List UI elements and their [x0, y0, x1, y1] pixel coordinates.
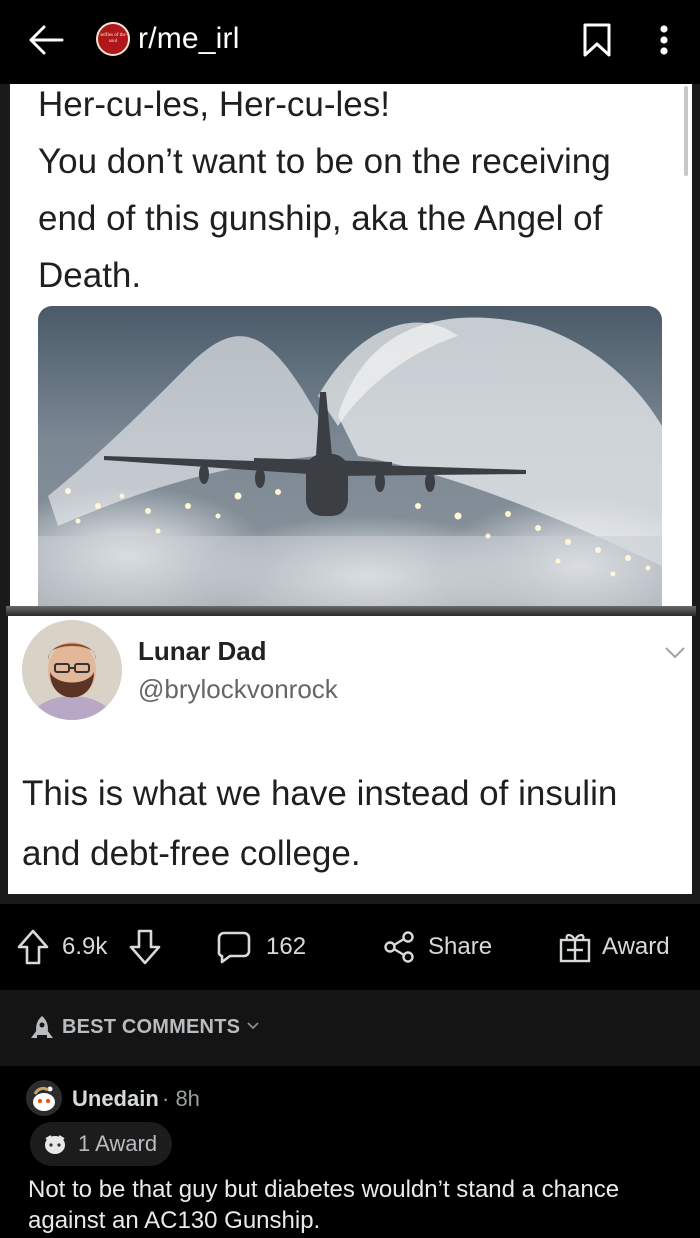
tweet-author-handle: @brylockvonrock [138, 674, 338, 704]
tweet-card-1: Her-cu-les, Her-cu-les! You don’t want t… [10, 84, 692, 606]
arrow-down-icon [129, 929, 161, 965]
more-options-button[interactable] [652, 20, 676, 60]
subreddit-name[interactable]: r/me_irl [138, 22, 240, 56]
tweet-author-avatar [22, 620, 122, 720]
tweet-2-line: and debt-free college. [22, 834, 361, 873]
upvote-button[interactable] [16, 904, 50, 990]
tweet-1-line: Death. [38, 256, 142, 295]
downvote-button[interactable] [128, 904, 162, 990]
subreddit-avatar-text: selfies of the soul [100, 33, 126, 44]
gunship-photo [38, 306, 662, 606]
comment-sort-bar[interactable]: BEST COMMENTS [0, 990, 700, 1066]
tweet-author-name: Lunar Dad [138, 636, 267, 666]
bookmark-icon [583, 23, 611, 57]
award-count: 1 Award [78, 1131, 158, 1156]
share-label: Share [428, 933, 493, 960]
comments-button[interactable]: 162 [216, 904, 306, 990]
post-action-bar: 6.9k 162 Share Award [0, 904, 700, 990]
tweet-separator [6, 606, 696, 616]
subreddit-avatar[interactable]: selfies of the soul [96, 22, 130, 56]
sort-label: BEST COMMENTS [62, 1016, 241, 1038]
bookmark-button[interactable] [582, 22, 612, 58]
rocket-icon [31, 1016, 53, 1038]
award-icon [45, 1135, 65, 1154]
commenter-avatar[interactable] [26, 1080, 62, 1116]
share-button[interactable]: Share [382, 904, 492, 990]
tweet-card-2: Lunar Dad @brylockvonrock This is what w… [8, 616, 692, 894]
more-vertical-icon [660, 25, 668, 55]
gift-box-icon [559, 933, 591, 963]
award-label: Award [602, 933, 670, 960]
comment: Unedain · 8h 1 Award Not to be that guy … [0, 1066, 700, 1238]
award-button[interactable]: Award [558, 904, 670, 990]
comment-timestamp: · 8h [162, 1086, 200, 1111]
comment-line: Not to be that guy but diabetes wouldn’t… [28, 1176, 620, 1203]
share-icon [384, 931, 414, 963]
top-bar: selfies of the soul r/me_irl [0, 0, 700, 84]
comments-count: 162 [266, 933, 307, 960]
tweet-2-text: This is what we have instead of insulin … [22, 764, 682, 884]
arrow-up-icon [17, 929, 49, 965]
comment-body: Not to be that guy but diabetes wouldn’t… [28, 1174, 688, 1236]
tweet-1-line: end of this gunship, aka the Angel of [38, 199, 603, 238]
post-image[interactable]: Her-cu-les, Her-cu-les! You don’t want t… [0, 84, 700, 904]
back-button[interactable] [24, 18, 68, 62]
arrow-left-icon [29, 25, 64, 55]
comment-author[interactable]: Unedain [72, 1086, 159, 1112]
vote-score: 6.9k [62, 933, 108, 960]
comment-line: against an AC130 Gunship. [28, 1207, 321, 1234]
scroll-indicator [684, 86, 688, 176]
tweet-1-text: Her-cu-les, Her-cu-les! You don’t want t… [38, 84, 678, 304]
tweet-1-line: You don’t want to be on the receiving [38, 142, 611, 181]
speech-bubble-icon [217, 931, 251, 964]
chevron-down-icon [664, 646, 686, 660]
comment-award-badge[interactable]: 1 Award [30, 1122, 172, 1166]
chevron-down-icon [247, 1022, 259, 1030]
tweet-2-line: This is what we have instead of insulin [22, 774, 618, 813]
tweet-1-line: Her-cu-les, Her-cu-les! [38, 85, 390, 124]
